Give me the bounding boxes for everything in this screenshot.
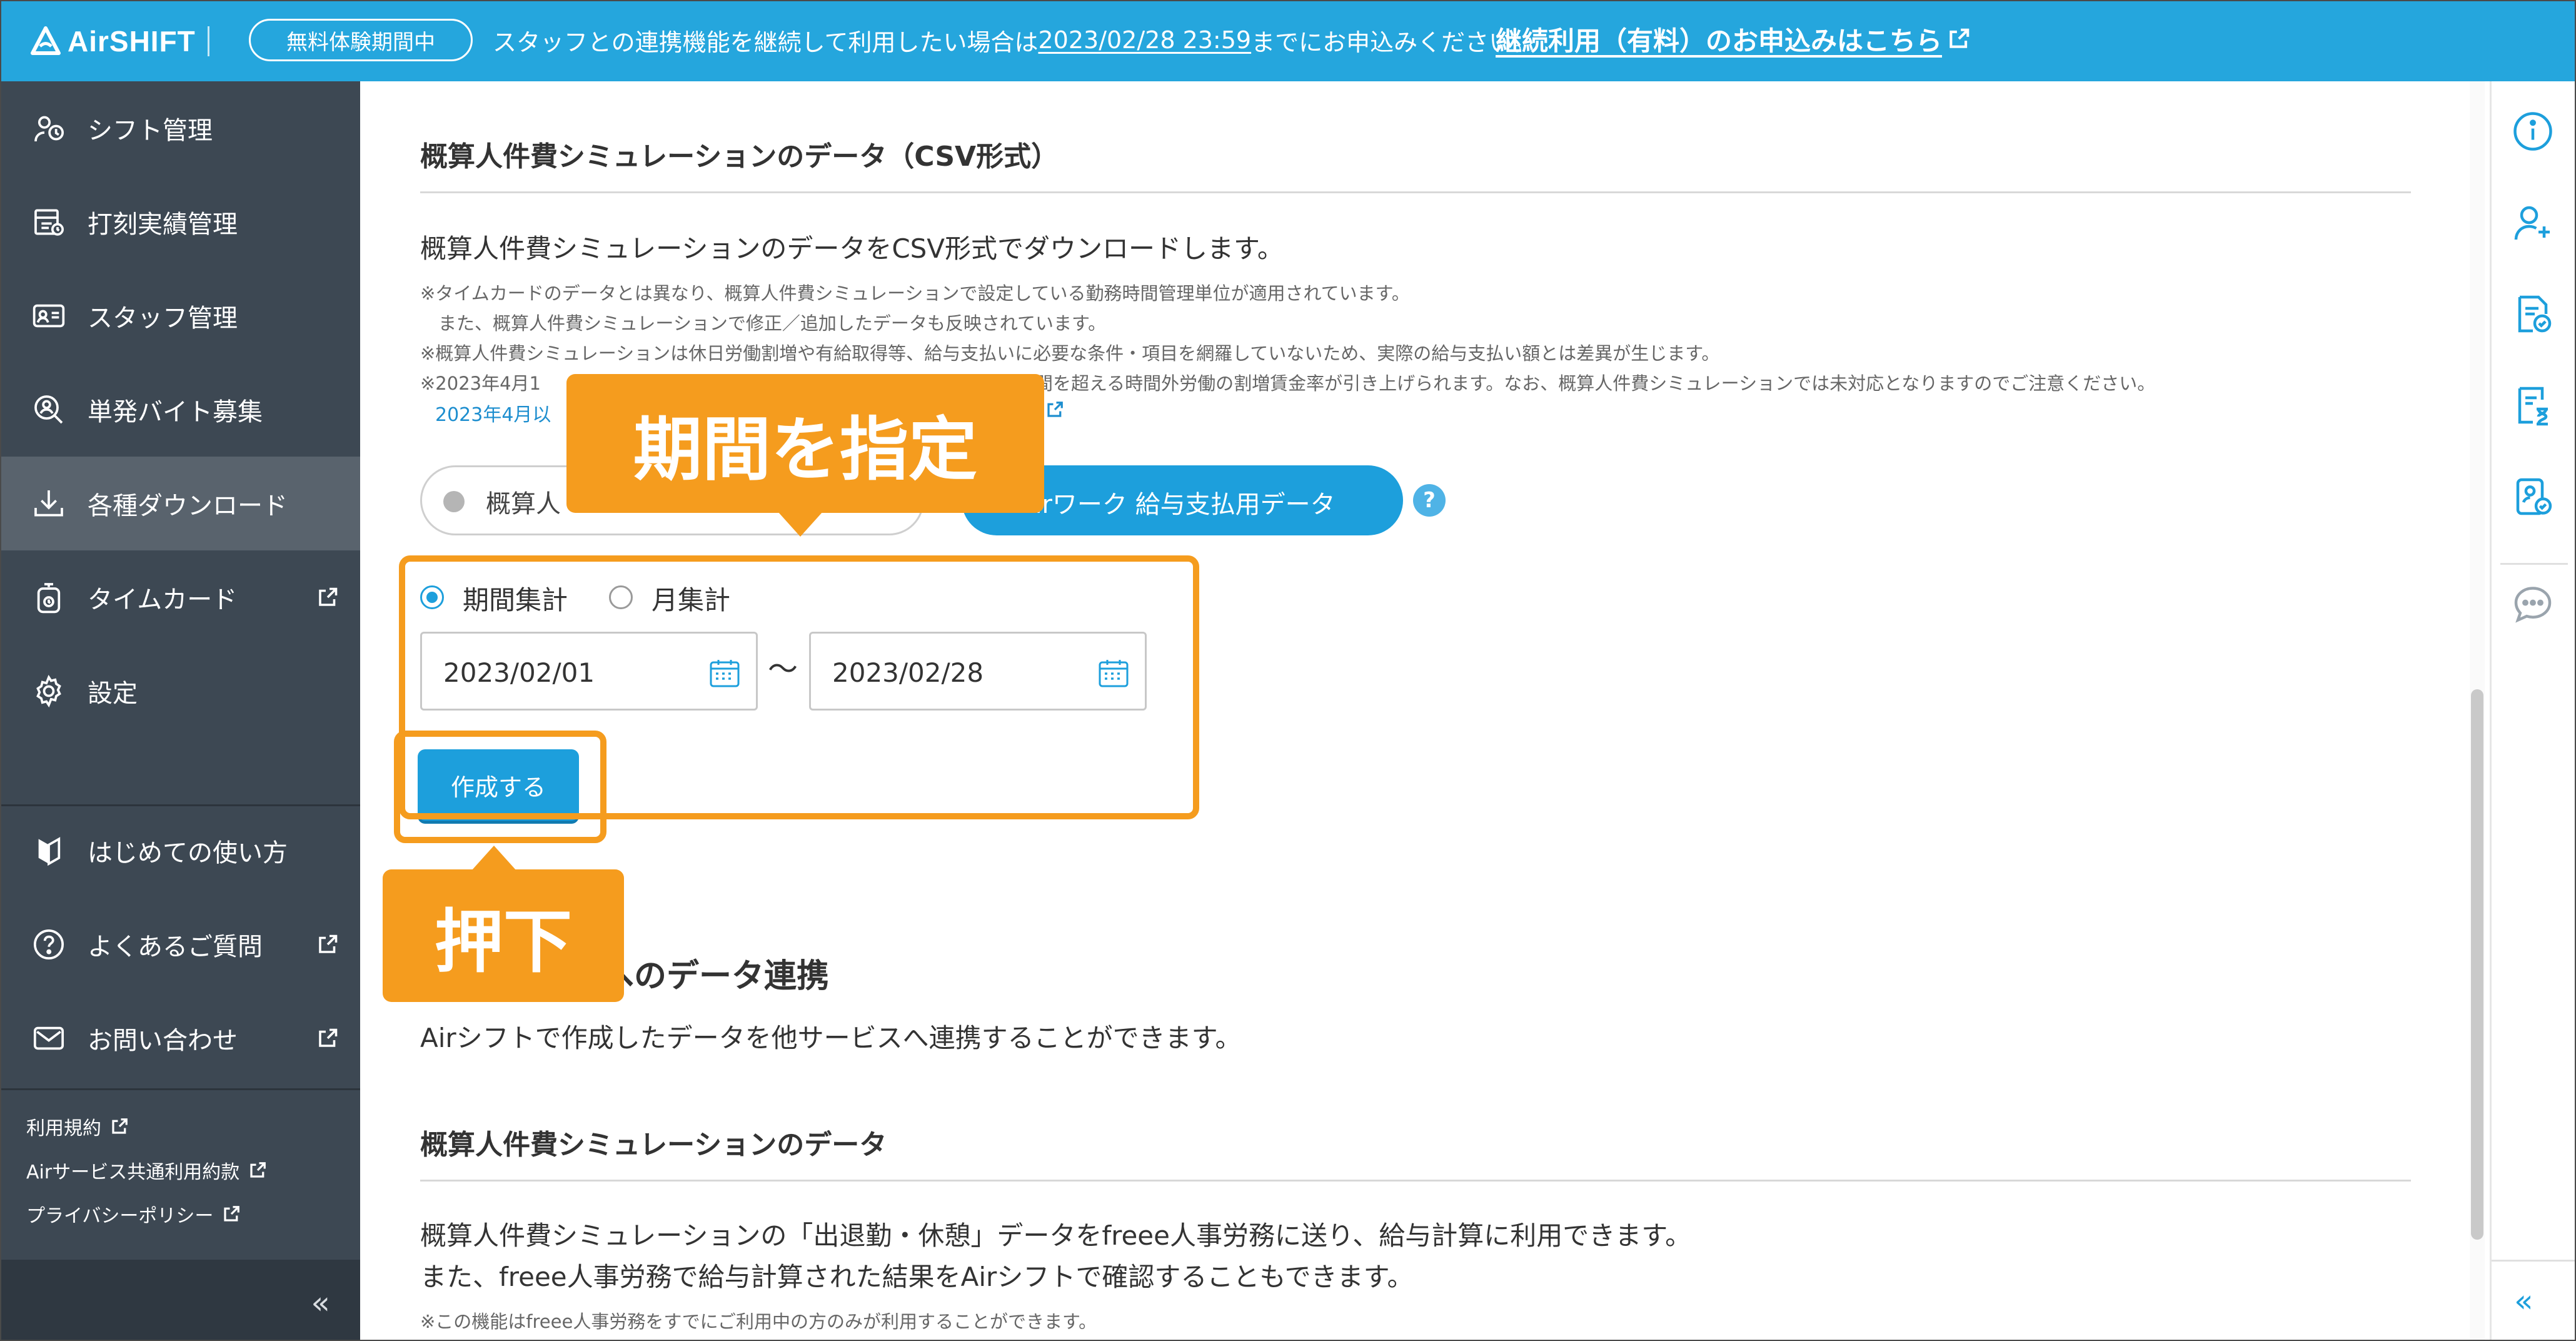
external-link-icon [319,934,338,953]
sidebar-item-shift[interactable]: シフト管理 [1,81,360,175]
csv-note-2: また、概算人件費シミュレーションで修正／追加したデータも反映されています。 [420,313,1107,334]
sidebar-divider [1,1088,360,1090]
timesheet-icon [30,203,68,241]
info-icon[interactable] [2510,109,2555,154]
period-callout-pointer [778,512,823,537]
sidebar-item-one-time-job[interactable]: 単発バイト募集 [1,363,360,457]
data-link-description: Airシフトで作成したデータを他サービスへ連携することができます。 [420,1023,1242,1053]
scrollbar-thumb[interactable] [2471,689,2483,1240]
hourglass-document-icon[interactable] [2510,383,2555,428]
external-link-icon [1047,402,1063,417]
sidebar-item-downloads[interactable]: 各種ダウンロード [1,457,360,550]
section-divider [420,191,2411,193]
sidebar-item-contact[interactable]: お問い合わせ [1,991,360,1085]
format-option-airwork-label: Airワーク 給与支払用データ [1018,490,1336,519]
sidebar-item-label: はじめての使い方 [88,839,288,868]
trial-message: スタッフとの連携機能を継続して利用したい場合は 2023/02/28 23:59 ま… [493,20,1536,60]
section-divider [420,1180,2411,1182]
freee-description-1: 概算人件費シミュレーションの「出退勤・休憩」データをfreee人事労務に送り、給… [420,1220,1692,1251]
csv-note-4-continued: 時間を超える時間外労働の割増賃金率が引き上げられます。なお、概算人件費シミュレー… [1017,373,2156,394]
chat-icon[interactable] [2510,582,2555,627]
external-link-icon [224,1206,240,1222]
radio-dot-icon [443,491,465,512]
trial-status-badge: 無料体験期間中 [249,19,473,61]
sidebar-item-time-card[interactable]: タイムカード [1,550,360,644]
period-callout: 期間を指定 [566,374,1044,513]
sidebar-item-label: よくあるご質問 [88,933,263,961]
csv-note-detail-link[interactable]: 2023年4月以 [435,399,551,427]
app-window: AirSHIFT 無料体験期間中 スタッフとの連携機能を継続して利用したい場合は… [0,0,2576,1341]
rail-divider [2500,563,2568,565]
csv-note-1: ※タイムカードのデータとは異なり、概算人件費シミュレーションで設定している勤務時… [420,283,1410,304]
sidebar-item-label: 各種ダウンロード [88,492,288,520]
trial-deadline: 2023/02/28 23:59 [1038,26,1252,54]
sidebar-collapse-bar: « [1,1260,360,1340]
rail-collapse-button[interactable]: « [2514,1283,2533,1319]
rail-collapse-bar: « [2492,1260,2575,1340]
sidebar: シフト管理 打刻実績管理 スタッフ管理 単発バイト募集 各種ダウンロード タイム… [1,81,360,1340]
document-check-icon[interactable] [2510,291,2555,337]
terms-link-label: 利用規約 [26,1118,101,1140]
sidebar-item-label: タイムカード [88,585,238,614]
sidebar-item-faq[interactable]: よくあるご質問 [1,898,360,991]
csv-section-title: 概算人件費シミュレーションのデータ（CSV形式） [420,141,1059,173]
freee-note: ※この機能はfreee人事労務をすでにご利用中の方のみが利用することができます。 [420,1311,1097,1332]
trial-message-suffix: までにお申込みください。 [1251,28,1537,56]
csv-note-3: ※概算人件費シミュレーションは休日労働割増や有給取得等、給与支払いに必要な条件・… [420,343,1720,364]
privacy-policy-link[interactable]: プライバシーポリシー [26,1198,241,1230]
external-link-icon [112,1118,128,1134]
question-icon [30,926,68,963]
external-link-icon [319,1028,338,1047]
sidebar-item-timesheet[interactable]: 打刻実績管理 [1,175,360,269]
main-content: 概算人件費シミュレーションのデータ（CSV形式） 概算人件費シミュレーションのデ… [360,81,2448,1340]
download-icon [30,485,68,522]
csv-description: 概算人件費シミュレーションのデータをCSV形式でダウンロードします。 [420,233,1284,264]
sidebar-collapse-button[interactable]: « [311,1285,330,1321]
external-link-icon [250,1162,266,1178]
data-link-section-title: へのデータ連携 [601,958,830,995]
freee-section-title: 概算人件費シミュレーションのデータ [420,1129,887,1161]
airshift-logo[interactable]: AirSHIFT [30,23,196,60]
csv-note-4: ※2023年4月1 [420,373,541,394]
press-callout: 押下 [383,869,624,1002]
search-person-icon [30,391,68,428]
shift-icon [30,109,68,147]
brand-name: AirSHIFT [68,25,196,58]
sidebar-item-label: スタッフ管理 [88,304,238,333]
staff-check-icon[interactable] [2510,474,2555,519]
format-option-simulation-label: 概算人 [486,490,561,519]
press-callout-pointer [471,846,516,871]
sidebar-item-label: 単発バイト募集 [88,398,263,427]
mail-icon [30,1020,68,1057]
continue-subscription-link[interactable]: 継続利用（有料）のお申込みはこちら [1496,19,1971,59]
sidebar-item-label: 打刻実績管理 [88,210,238,239]
external-link-icon [1950,28,1970,48]
external-link-icon [319,587,338,606]
header-divider [208,26,209,56]
continue-subscription-label: 継続利用（有料）のお申込みはこちら [1496,25,1943,56]
gear-icon [30,672,68,710]
right-tool-rail: « [2490,81,2575,1340]
staff-card-icon [30,297,68,335]
sidebar-item-staff[interactable]: スタッフ管理 [1,269,360,363]
freee-description-2: また、freee人事労務で給与計算された結果をAirシフトで確認することもできま… [420,1262,1414,1292]
terms-link[interactable]: 利用規約 [26,1111,129,1142]
time-card-icon [30,579,68,616]
sidebar-item-label: 設定 [88,679,138,708]
add-user-icon[interactable] [2510,200,2555,245]
sidebar-item-getting-started[interactable]: はじめての使い方 [1,804,360,898]
sidebar-item-label: シフト管理 [88,116,213,145]
beginner-icon [30,832,68,869]
top-banner: AirSHIFT 無料体験期間中 スタッフとの連携機能を継続して利用したい場合は… [1,1,2575,81]
trial-message-prefix: スタッフとの連携機能を継続して利用したい場合は [493,28,1039,56]
common-terms-link[interactable]: Airサービス共通利用約款 [26,1155,267,1186]
sidebar-item-label: お問い合わせ [88,1026,238,1055]
button-highlight-box [394,731,606,843]
sidebar-item-settings[interactable]: 設定 [1,644,360,738]
airshift-logo-icon [31,26,61,55]
help-icon[interactable]: ? [1413,484,1446,517]
privacy-policy-link-label: プライバシーポリシー [26,1205,214,1227]
common-terms-link-label: Airサービス共通利用約款 [26,1161,240,1183]
